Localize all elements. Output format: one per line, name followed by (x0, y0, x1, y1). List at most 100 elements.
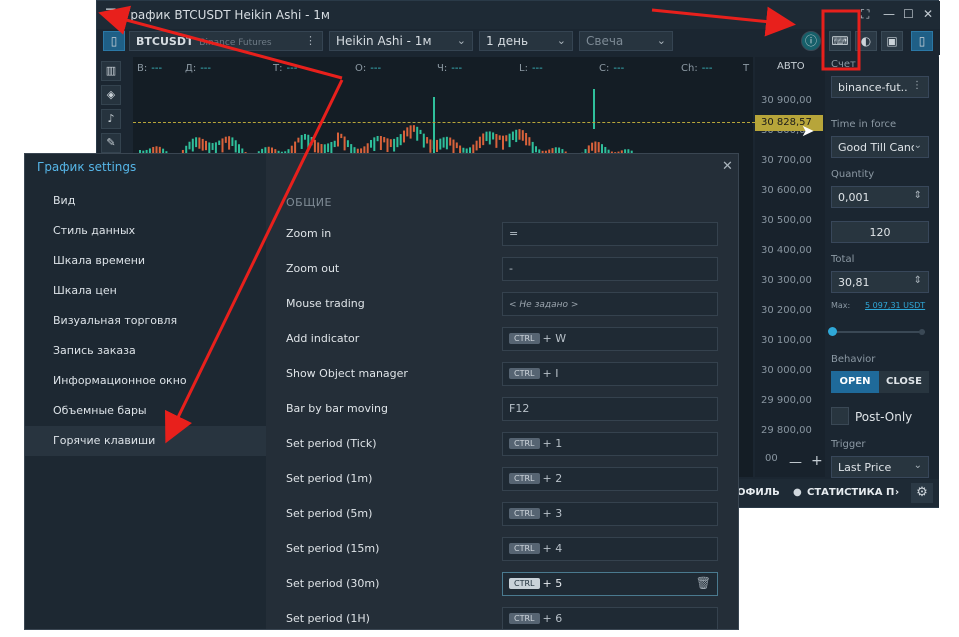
total-value: 30,81 (838, 276, 870, 289)
close-icon[interactable]: ✕ (722, 159, 733, 174)
period-dropdown[interactable]: 1 день ⌄ (479, 31, 573, 51)
hotkey-value: + 4 (542, 542, 563, 555)
hotkey-field[interactable]: CTRL + 1 (502, 432, 718, 456)
account-label: Счет (831, 59, 856, 70)
hotkey-field[interactable]: CTRL + 2 (502, 467, 718, 491)
settings-nav-item[interactable]: Шкала цен (25, 276, 266, 306)
axis-mode-label[interactable]: АВТО (777, 61, 805, 72)
mouse-icon[interactable]: ◐ (855, 31, 877, 51)
ohlc-field: Т: --- (273, 63, 297, 74)
hotkey-field[interactable]: CTRL + 6 (502, 607, 718, 629)
hotkey-label: Set period (30m) (286, 577, 380, 590)
candle (597, 142, 600, 153)
maximize-icon[interactable]: ☐ (903, 7, 914, 21)
style-dropdown[interactable]: Свеча ⌄ (579, 31, 673, 51)
mouse-cursor-icon: ➤ (801, 121, 815, 140)
hotkey-value: F12 (509, 402, 530, 415)
settings-nav-item[interactable]: Запись заказа (25, 336, 266, 366)
pencil-icon[interactable]: ✎ (101, 133, 121, 153)
account-selector[interactable]: binance-fut.. ⋮ (831, 76, 929, 98)
candle (525, 132, 528, 146)
period-label: 1 день (486, 34, 529, 48)
trash-icon[interactable]: 🗑 (696, 576, 711, 590)
profile-tab[interactable]: ОФИЛЬ (737, 487, 780, 498)
layers-icon[interactable]: ◈ (101, 85, 121, 105)
candle (452, 139, 455, 154)
ctrl-key-badge: CTRL (509, 578, 540, 589)
ctrl-key-badge: CTRL (509, 333, 540, 344)
panel-toggle-icon[interactable]: ▯ (103, 31, 125, 51)
settings-nav-item[interactable]: Горячие клавиши (25, 426, 266, 456)
hotkey-value: + 3 (542, 507, 563, 520)
stepper-icon[interactable]: ⇕ (914, 275, 922, 286)
hotkey-field[interactable]: CTRL + 4 (502, 537, 718, 561)
layout-icon[interactable]: ▣ (881, 31, 903, 51)
amount-slider[interactable] (833, 331, 925, 333)
candle (511, 131, 514, 141)
ohlc-label: Т (743, 63, 750, 74)
hamburger-icon[interactable]: ☰ (105, 7, 117, 22)
amount-input[interactable]: 120 (831, 221, 929, 243)
quantity-input[interactable]: 0,001 ⇕ (831, 186, 929, 208)
ohlc-value: --- (531, 63, 543, 74)
trigger-dropdown[interactable]: Last Price ⌄ (831, 456, 929, 478)
ohlc-label: Т: (273, 63, 283, 74)
hotkey-label: Set period (5m) (286, 507, 373, 520)
post-only-checkbox[interactable] (831, 407, 849, 425)
minimize-icon[interactable]: — (883, 7, 895, 21)
gear-icon[interactable]: ⚙ (911, 483, 933, 503)
hotkey-label: Set period (1m) (286, 472, 373, 485)
slider-handle[interactable] (828, 327, 837, 336)
candle (317, 142, 320, 153)
settings-nav-item[interactable]: Вид (25, 186, 266, 216)
more-icon[interactable]: ⋮ (305, 34, 316, 47)
candle (393, 138, 396, 152)
total-input[interactable]: 30,81 ⇕ (831, 271, 929, 293)
hotkey-field[interactable]: CTRL + 5 🗑 (502, 572, 718, 596)
right-panel-toggle-icon[interactable]: ▯ (911, 31, 933, 51)
hotkey-field[interactable]: F12 (502, 397, 718, 421)
ohlc-value: --- (370, 63, 382, 74)
bell-icon[interactable]: ♪ (101, 109, 121, 129)
symbol-selector[interactable]: BTCUSDT Binance Futures ⋮ (129, 31, 323, 51)
stats-tab[interactable]: СТАТИСТИКА П (807, 487, 894, 498)
candle (409, 125, 412, 139)
stepper-icon[interactable]: ⇕ (914, 190, 922, 201)
chevron-down-icon: ⌄ (556, 34, 566, 47)
candle (485, 131, 488, 142)
price-tick: 29 800,00 (761, 425, 812, 436)
hotkey-field[interactable]: < Не задано > (502, 292, 718, 316)
candle (416, 126, 419, 141)
open-button[interactable]: OPEN (831, 371, 879, 393)
settings-nav-item[interactable]: Объемные бары (25, 396, 266, 426)
chevron-right-icon[interactable]: › (895, 487, 899, 498)
chart-type-dropdown[interactable]: Heikin Ashi - 1м ⌄ (329, 31, 473, 51)
close-icon[interactable]: ✕ (923, 7, 933, 21)
title-bar: ☰ График BTCUSDT Heikin Ashi - 1м ⛶ — ☐ … (97, 1, 940, 29)
close-button[interactable]: CLOSE (879, 371, 929, 393)
hotkey-field[interactable]: = (502, 222, 718, 246)
candle (591, 142, 594, 151)
settings-nav-item[interactable]: Шкала времени (25, 246, 266, 276)
indicator-icon[interactable]: ▥ (101, 61, 121, 81)
chat-icon[interactable]: ⓘ (801, 31, 821, 51)
settings-nav-item[interactable]: Информационное окно (25, 366, 266, 396)
max-value-link[interactable]: 5 097,31 USDT (865, 301, 925, 310)
hotkey-field[interactable]: CTRL + W (502, 327, 718, 351)
zoom-out-icon[interactable]: — (789, 455, 802, 470)
hotkey-field[interactable]: CTRL + 3 (502, 502, 718, 526)
keyboard-icon[interactable]: ⌨ (829, 31, 851, 51)
ohlc-field: С: --- (599, 63, 624, 74)
more-icon: ⋮ (912, 80, 922, 91)
candle (224, 136, 227, 143)
hotkey-field[interactable]: CTRL + I (502, 362, 718, 386)
candle (198, 137, 201, 149)
tif-dropdown[interactable]: Good Till Canc ⌄ (831, 136, 929, 158)
fullscreen-icon[interactable]: ⛶ (861, 7, 869, 22)
settings-nav-item[interactable]: Стиль данных (25, 216, 266, 246)
candle (502, 135, 504, 150)
settings-nav-item[interactable]: Визуальная торговля (25, 306, 266, 336)
ctrl-key-badge: CTRL (509, 543, 540, 554)
zoom-in-icon[interactable]: + (811, 453, 823, 469)
hotkey-field[interactable]: - (502, 257, 718, 281)
